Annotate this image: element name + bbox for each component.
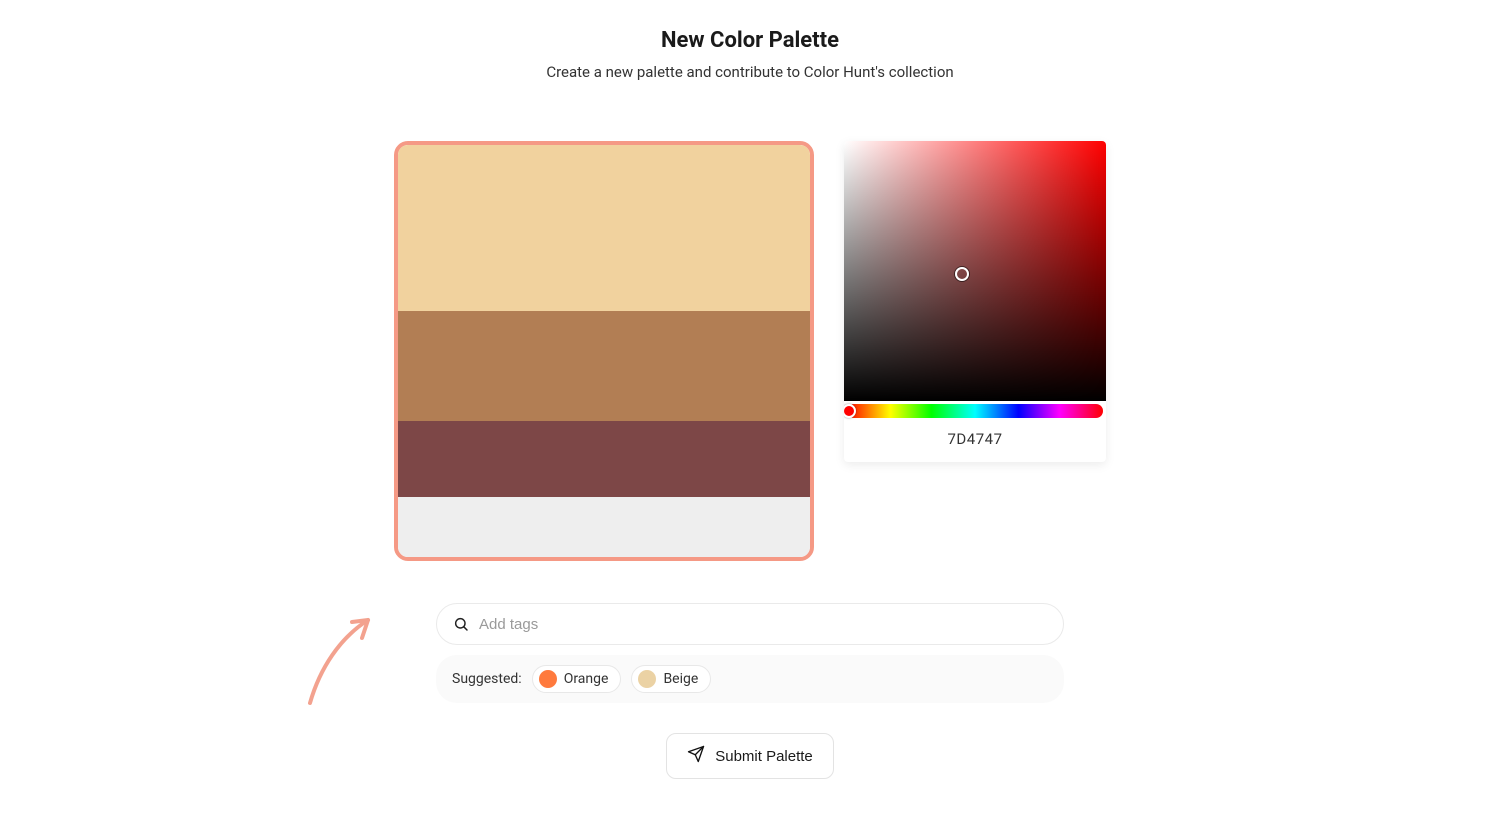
- suggested-tags-row: Suggested: Orange Beige: [436, 655, 1064, 703]
- palette-swatch-1[interactable]: [398, 311, 810, 421]
- suggested-label: Suggested:: [452, 671, 522, 687]
- tag-color-dot: [638, 670, 656, 688]
- sv-knob[interactable]: [955, 267, 969, 281]
- tags-input[interactable]: [479, 616, 1047, 633]
- tags-input-container[interactable]: [436, 603, 1064, 645]
- submit-label: Submit Palette: [715, 748, 813, 765]
- palette-preview[interactable]: [394, 141, 814, 561]
- search-icon: [453, 616, 469, 632]
- page-subtitle: Create a new palette and contribute to C…: [0, 63, 1500, 81]
- palette-swatch-2[interactable]: [398, 421, 810, 497]
- tag-label: Beige: [663, 671, 698, 687]
- annotation-arrow: [300, 608, 380, 708]
- paper-plane-icon: [687, 745, 705, 767]
- tag-label: Orange: [564, 671, 609, 687]
- submit-row: Submit Palette: [0, 733, 1500, 779]
- color-picker: 7D4747: [844, 141, 1106, 462]
- hex-value[interactable]: 7D4747: [844, 418, 1106, 462]
- tags-section: Suggested: Orange Beige: [436, 603, 1064, 703]
- suggested-tag-beige[interactable]: Beige: [631, 665, 711, 693]
- submit-palette-button[interactable]: Submit Palette: [666, 733, 834, 779]
- editor-row: 7D4747: [0, 141, 1500, 561]
- suggested-tag-orange[interactable]: Orange: [532, 665, 622, 693]
- page-title: New Color Palette: [0, 28, 1500, 53]
- tag-color-dot: [539, 670, 557, 688]
- saturation-value-area[interactable]: [844, 141, 1106, 401]
- page-header: New Color Palette Create a new palette a…: [0, 0, 1500, 81]
- hue-slider[interactable]: [847, 404, 1103, 418]
- palette-swatch-0[interactable]: [398, 145, 810, 311]
- hue-knob[interactable]: [844, 404, 856, 418]
- palette-swatch-3[interactable]: [398, 497, 810, 557]
